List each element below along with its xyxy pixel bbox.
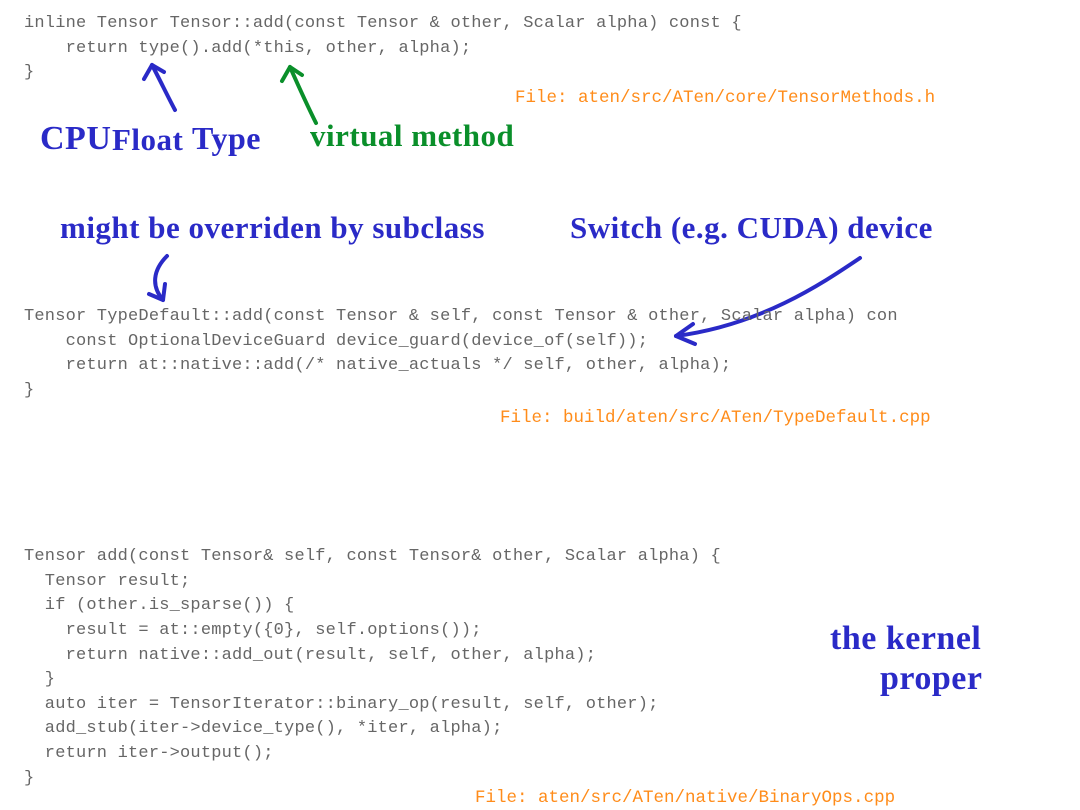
annotation-switch-device: Switch (e.g. CUDA) device	[570, 210, 933, 246]
code-block-3: Tensor add(const Tensor& self, const Ten…	[24, 545, 721, 791]
annotation-cpu: CPU	[40, 120, 111, 158]
annotation-virtual-method: virtual method	[310, 118, 514, 154]
annotation-float: Float	[112, 122, 183, 158]
code-block-2: Tensor TypeDefault::add(const Tensor & s…	[24, 305, 898, 404]
file-label-1: File: aten/src/ATen/core/TensorMethods.h	[515, 88, 935, 108]
arrow-override-down	[135, 250, 205, 310]
annotation-kernel-proper-1: the kernel	[830, 620, 981, 658]
annotation-might-override: might be overriden by subclass	[60, 210, 485, 246]
file-label-3: File: aten/src/ATen/native/BinaryOps.cpp	[475, 788, 895, 808]
annotation-kernel-proper-2: proper	[880, 660, 982, 698]
annotation-type: Type	[192, 120, 261, 157]
arrow-to-cpufloattype	[130, 55, 210, 125]
file-label-2: File: build/aten/src/ATen/TypeDefault.cp…	[500, 408, 931, 428]
